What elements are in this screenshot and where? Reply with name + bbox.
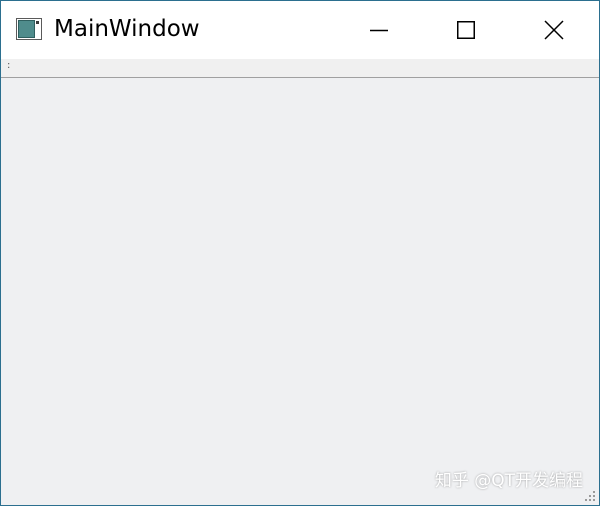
qt-window-icon[interactable]	[16, 18, 42, 40]
main-toolbar: :	[1, 59, 599, 78]
watermark-text: 知乎 @QT开发编程	[434, 471, 583, 491]
title-bar[interactable]: MainWindow	[1, 1, 599, 59]
minimize-icon	[370, 29, 388, 32]
minimize-button[interactable]	[335, 1, 423, 59]
resize-grip-icon[interactable]	[584, 490, 596, 502]
central-widget: 知乎 @QT开发编程	[1, 78, 599, 505]
window-title: MainWindow	[54, 16, 200, 42]
maximize-icon	[457, 21, 475, 39]
close-icon	[544, 20, 564, 40]
maximize-button[interactable]	[422, 1, 510, 59]
close-button[interactable]	[510, 1, 598, 59]
main-window: MainWindow : 知乎 @QT开发编程	[0, 0, 600, 506]
toolbar-grip-handle[interactable]: :	[7, 60, 10, 72]
